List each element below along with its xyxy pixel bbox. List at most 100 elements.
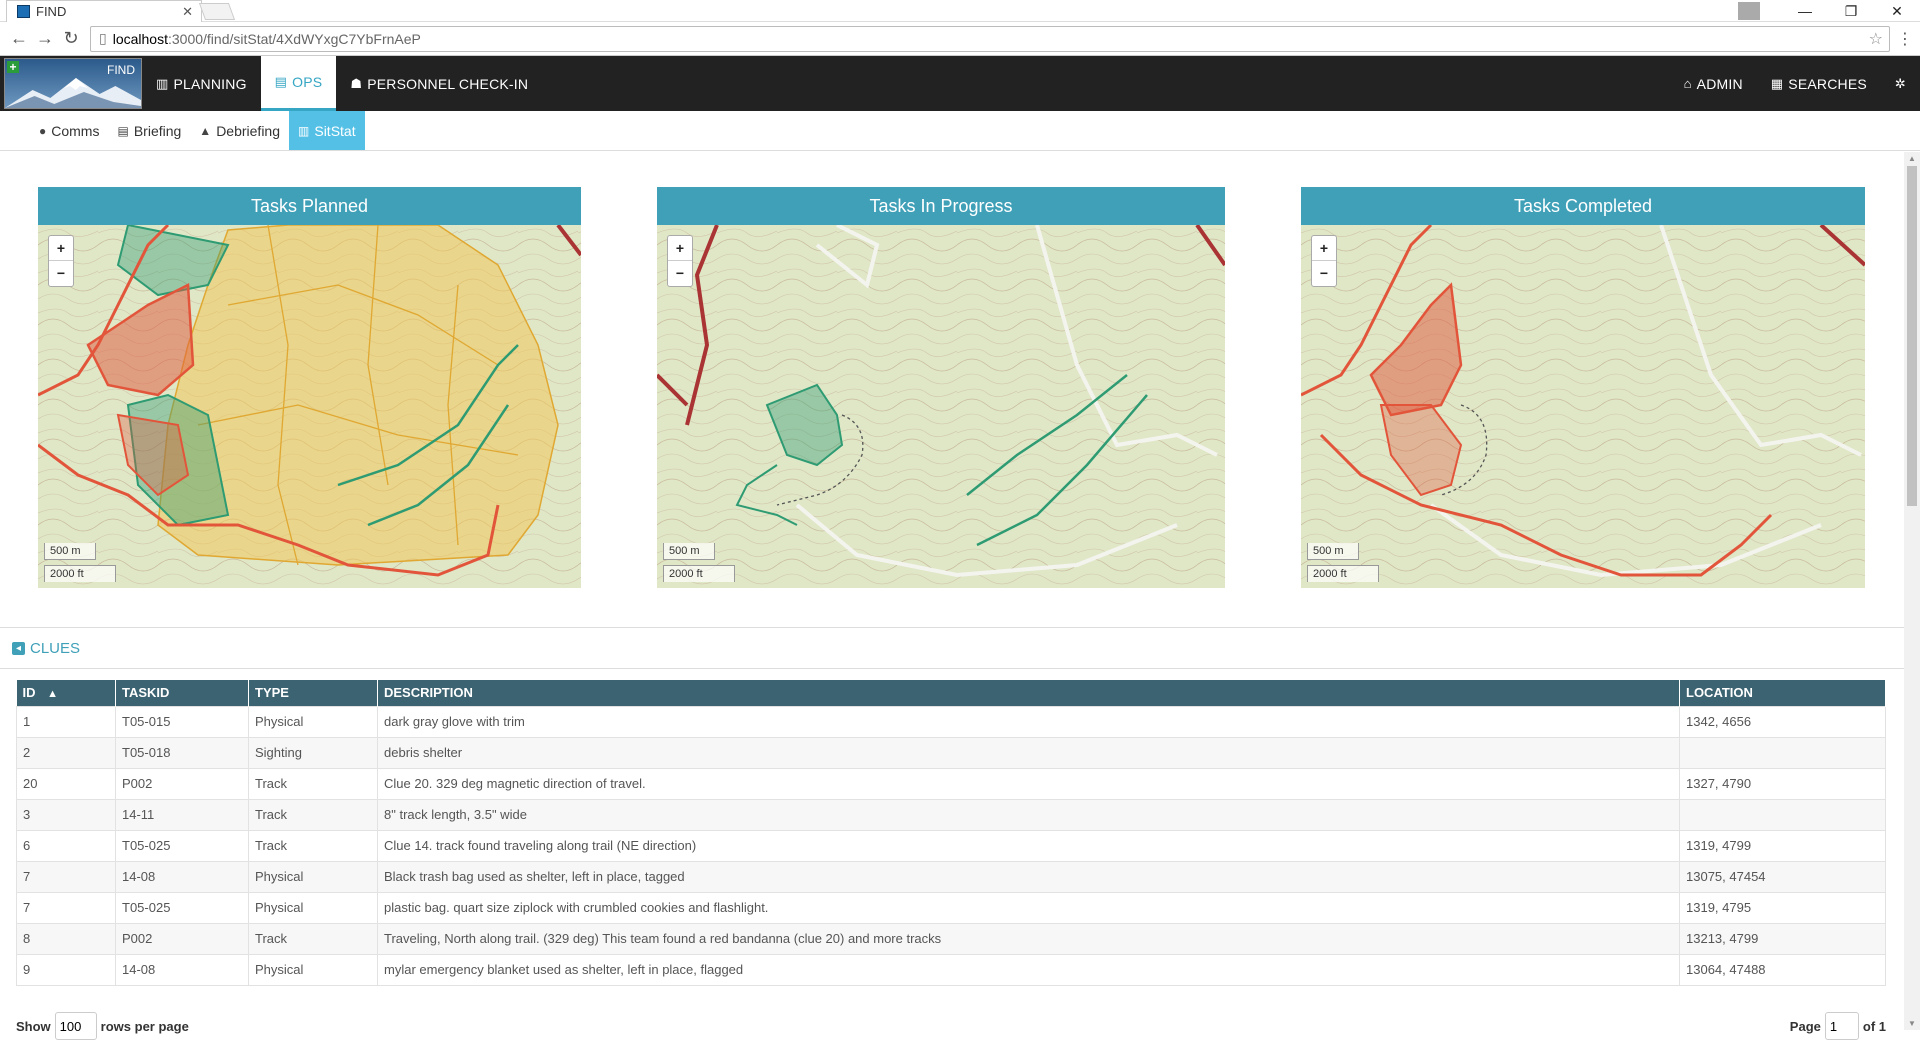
browser-menu-icon[interactable]: ⋮ [1896,29,1914,49]
subnav-sitstat-label: SitStat [314,122,356,139]
nav-admin[interactable]: ⌂ ADMIN [1670,56,1757,111]
table-row[interactable]: 7 T05-025 Physical plastic bag. quart size … [16,891,1886,924]
cell-taskid: T05-015 [115,705,249,738]
panel-tasks-completed: Tasks Completed + − 500 m 2000 ft [1301,187,1865,588]
user-profile-icon[interactable] [1738,2,1760,20]
scrollbar-thumb[interactable] [1907,166,1917,506]
close-tab-icon[interactable]: ✕ [182,4,193,20]
table-row[interactable]: 8 P002 Track Traveling, North along trail. … [16,922,1886,955]
subnav-comms[interactable]: ● Comms [30,111,108,150]
app-navbar: + FIND ▥ PLANNING ▤ OPS ☗ PERSONNEL CHEC… [0,56,1920,111]
back-icon[interactable]: ← [6,28,32,49]
settings-button[interactable]: ✲ [1881,56,1920,111]
find-logo[interactable]: + FIND [4,58,142,109]
bookmark-star-icon[interactable]: ☆ [1869,29,1883,49]
table-row[interactable]: 20 P002 Track Clue 20. 329 deg magnetic dir… [16,767,1886,800]
map-tasks-planned[interactable]: + − 500 m 2000 ft [38,225,581,588]
url-field[interactable]: ▯ localhost :3000/find/sitStat/4XdWYxgC7… [90,25,1890,52]
cell-location [1679,798,1886,831]
zoom-in-button[interactable]: + [1312,236,1336,261]
plus-icon: + [7,61,19,73]
zoom-control: + − [48,235,74,287]
cell-type: Track [248,798,378,831]
cell-description: mylar emergency blanket used as shelter,… [377,953,1680,986]
newspaper-icon: ▦ [1770,75,1784,91]
table-row[interactable]: 9 14-08 Physical mylar emergency blanket us… [16,953,1886,986]
zoom-in-button[interactable]: + [49,236,73,261]
panel-tasks-planned: Tasks Planned + − 500 m 2000 ft [38,187,581,588]
subnav-debriefing[interactable]: ▲ Debriefing [190,111,289,150]
clues-header[interactable]: ◂ CLUES [0,628,1904,669]
rows-per-page-input[interactable] [54,1012,97,1040]
collapse-icon[interactable]: ◂ [12,641,25,655]
cell-location: 1342, 4656 [1679,705,1886,738]
nav-searches-label: SEARCHES [1788,75,1867,92]
nav-planning[interactable]: ▥ PLANNING [142,56,261,111]
zoom-out-button[interactable]: − [49,261,73,286]
scale-meters: 500 m [44,543,96,560]
cell-location: 1327, 4790 [1679,767,1886,800]
nav-planning-label: PLANNING [173,75,247,92]
nav-admin-label: ADMIN [1696,75,1743,92]
cell-id: 7 [16,891,116,924]
subnav-sitstat[interactable]: ▥ SitStat [289,111,365,150]
forward-icon[interactable]: → [32,28,58,49]
cell-taskid: P002 [115,922,249,955]
page-number-input[interactable] [1824,1012,1859,1040]
favicon-icon [17,5,30,18]
table-pager: Show rows per page Page of 1 [16,1011,1886,1041]
cell-taskid: P002 [115,767,249,800]
restore-icon[interactable]: ❐ [1828,3,1874,20]
cell-description: Clue 20. 329 deg magnetic direction of t… [377,767,1680,800]
browser-tabbar: FIND ✕ — ❐ ✕ [0,0,1920,22]
col-header-taskid[interactable]: TASKID [115,680,249,706]
table-header-row: ID ▲ TASKID TYPE DESCRIPTION LOCATION [16,680,1886,706]
tab-title: FIND [36,4,67,19]
table-row[interactable]: 3 14-11 Track 8" track length, 3.5" wide [16,798,1886,831]
mountain-icon [5,78,141,108]
close-window-icon[interactable]: ✕ [1874,3,1920,20]
subnav-briefing-label: Briefing [133,122,182,139]
col-header-id[interactable]: ID ▲ [16,680,116,706]
scroll-down-icon[interactable]: ▼ [1908,1019,1916,1028]
reload-icon[interactable]: ↻ [58,28,84,49]
url-path: :3000/find/sitStat/4XdWYxgC7YbFrnAeP [167,30,421,47]
subnav-briefing[interactable]: ▤ Briefing [108,111,190,150]
zoom-out-button[interactable]: − [1312,261,1336,286]
cell-type: Sighting [248,736,378,769]
nav-ops[interactable]: ▤ OPS [260,56,337,111]
nav-personnel-checkin[interactable]: ☗ PERSONNEL CHECK-IN [336,56,542,111]
page-scrollbar[interactable]: ▲ ▼ [1904,152,1920,1030]
new-tab-button[interactable] [198,3,236,20]
home-icon: ⌂ [1683,76,1692,91]
cell-type: Physical [248,953,378,986]
cell-type: Track [248,767,378,800]
scale-feet: 2000 ft [44,565,116,582]
col-header-location[interactable]: LOCATION [1679,680,1886,706]
scroll-up-icon[interactable]: ▲ [1908,154,1916,163]
page-icon: ▯ [99,30,107,46]
table-row[interactable]: 2 T05-018 Sighting debris shelter [16,736,1886,769]
map-tasks-completed[interactable]: + − 500 m 2000 ft [1301,225,1865,588]
table-row[interactable]: 7 14-08 Physical Black trash bag used as sh… [16,860,1886,893]
cell-id: 3 [16,798,116,831]
cell-type: Physical [248,860,378,893]
scale-feet: 2000 ft [663,565,735,582]
nav-searches[interactable]: ▦ SEARCHES [1757,56,1881,111]
table-row[interactable]: 6 T05-025 Track Clue 14. track found travel… [16,829,1886,862]
col-header-description[interactable]: DESCRIPTION [377,680,1680,706]
browser-tab[interactable]: FIND ✕ [6,0,202,22]
cell-id: 2 [16,736,116,769]
zoom-out-button[interactable]: − [668,261,692,286]
col-header-type[interactable]: TYPE [248,680,378,706]
cell-taskid: T05-018 [115,736,249,769]
map-tasks-in-progress[interactable]: + − 500 m 2000 ft [657,225,1225,588]
minimize-icon[interactable]: — [1782,3,1828,19]
cell-location: 1319, 4795 [1679,891,1886,924]
gear-icon: ✲ [1894,75,1906,91]
clues-table: ID ▲ TASKID TYPE DESCRIPTION LOCATION 1T… [16,680,1886,986]
briefing-icon: ▤ [117,123,129,138]
zoom-in-button[interactable]: + [668,236,692,261]
table-row[interactable]: 1 T05-015 Physical dark gray glove with tri… [16,705,1886,738]
show-label: Show [16,1018,51,1034]
